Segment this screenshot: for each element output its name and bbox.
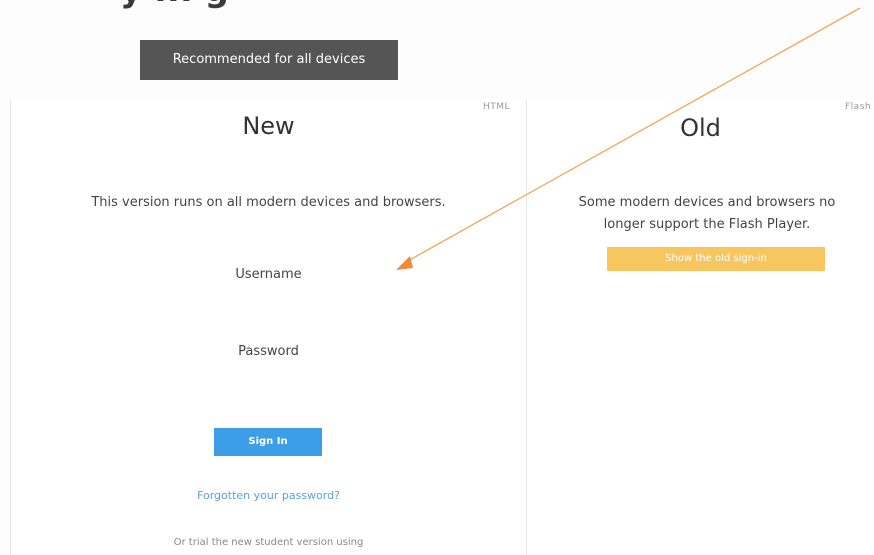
username-label: Username — [235, 267, 302, 282]
old-panel-description: Some modern devices and browsers no long… — [578, 195, 836, 232]
page-heading: y ... g — [120, 0, 229, 10]
password-label: Password — [238, 344, 299, 359]
html-label: HTML — [483, 102, 511, 112]
sign-in-button[interactable]: Sign In — [214, 428, 322, 456]
flash-label: Flash — [845, 102, 872, 112]
recommended-badge: Recommended for all devices — [140, 40, 398, 80]
new-panel-title: New — [242, 112, 295, 140]
forgot-password-link[interactable]: Forgotten your password? — [11, 489, 526, 502]
sign-in-page: y ... g Recommended for all devices HTML… — [0, 0, 874, 555]
student-version-text: Or trial the new student version using — [173, 537, 364, 548]
old-panel-title: Old — [680, 114, 721, 142]
new-panel-description: This version runs on all modern devices … — [91, 195, 446, 210]
new-version-panel: HTML New This version runs on all modern… — [10, 100, 527, 555]
old-version-panel: Flash Old Some modern devices and browse… — [527, 100, 874, 555]
show-old-signin-button[interactable]: Show the old sign-in — [607, 247, 825, 271]
